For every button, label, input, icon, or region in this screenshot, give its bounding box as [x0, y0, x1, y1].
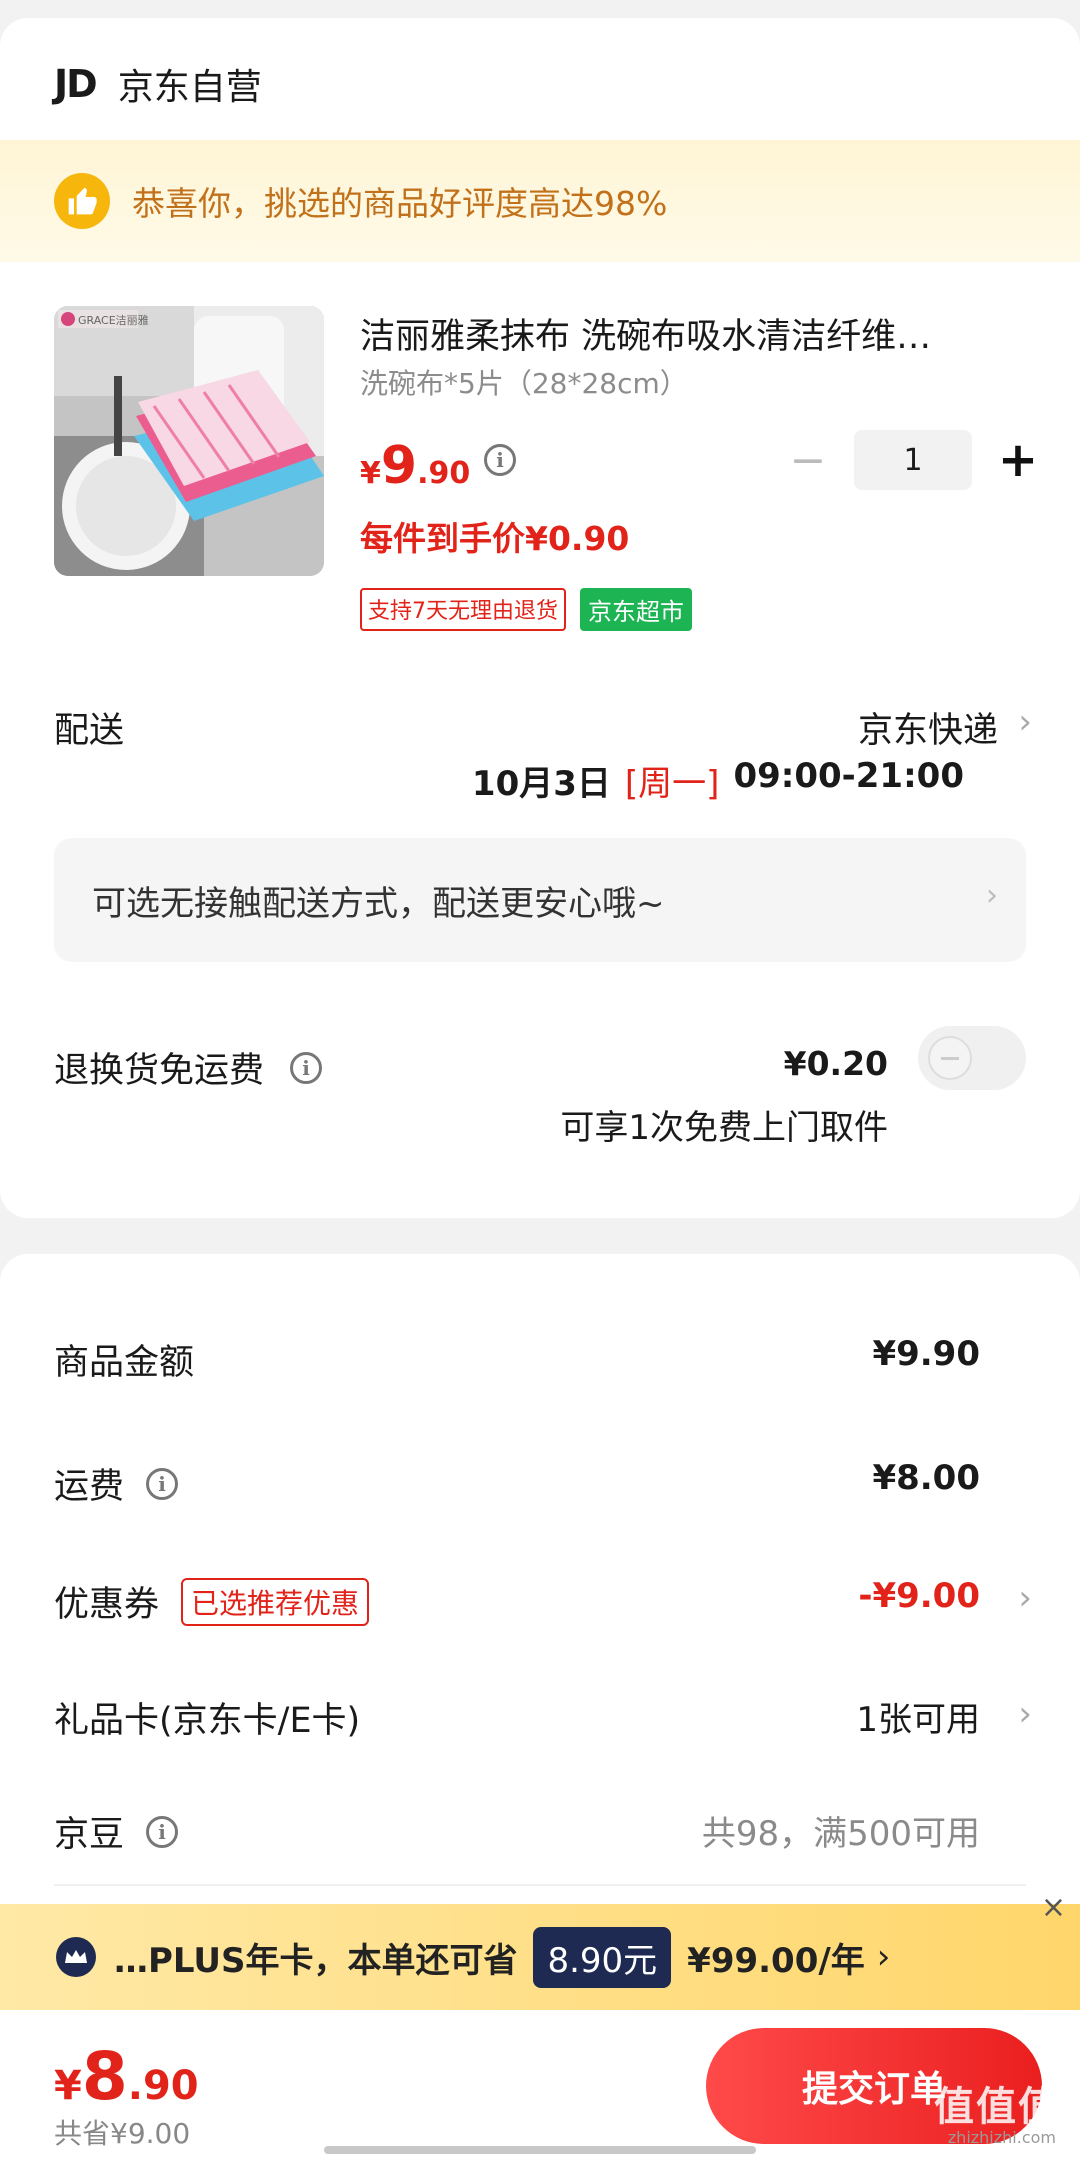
product-image-watermark: GRACE洁丽雅: [78, 313, 149, 327]
thumbs-up-icon: [54, 173, 110, 229]
delivery-weekday: [周一]: [624, 764, 720, 804]
site-watermark-url: zhizhizhi.com: [947, 2128, 1056, 2147]
freight-value: ¥8.00: [872, 1458, 980, 1498]
freight-row: 运费 i: [54, 1458, 179, 1509]
coupon-chevron-icon[interactable]: ›: [1018, 1578, 1032, 1618]
product-badges: 支持7天无理由退货 京东超市: [360, 588, 692, 631]
toggle-knob: [928, 1036, 972, 1080]
plus-chevron-icon: ›: [876, 1937, 891, 1977]
return-shipping-row: 退换货免运费 i: [54, 1042, 323, 1093]
coupon-row[interactable]: 优惠券 已选推荐优惠: [54, 1576, 370, 1627]
giftcard-chevron-icon[interactable]: ›: [1018, 1694, 1032, 1734]
product-image[interactable]: GRACE洁丽雅: [54, 306, 324, 576]
jd-logo: JD: [54, 62, 98, 106]
jingdou-value: 共98，满500可用: [701, 1814, 980, 1854]
price-integer: 9: [380, 436, 418, 496]
jingdou-info-icon[interactable]: i: [146, 1815, 179, 1848]
total-integer: 8: [81, 2038, 128, 2115]
total-decimal: .90: [127, 2063, 199, 2109]
return-shipping-label: 退换货免运费: [54, 1051, 265, 1091]
price-decimal: .90: [417, 456, 471, 491]
contactless-delivery-option[interactable]: 可选无接触配送方式，配送更安心哦~: [54, 838, 1026, 962]
giftcard-value[interactable]: 1张可用: [856, 1692, 980, 1741]
product-title[interactable]: 洁丽雅柔抹布 洗碗布吸水清洁纤维…: [360, 308, 1000, 359]
jingdou-label: 京豆: [54, 1815, 125, 1855]
jingdou-row: 京豆 i: [54, 1806, 179, 1857]
home-indicator[interactable]: [324, 2146, 756, 2154]
delivery-method[interactable]: 京东快递: [858, 702, 998, 753]
plus-price: ¥99.00/年: [687, 1940, 865, 1981]
delivery-label: 配送: [54, 711, 125, 751]
price-info-icon[interactable]: i: [484, 444, 516, 476]
return-shipping-info-icon[interactable]: i: [290, 1051, 323, 1084]
quantity-stepper: − 1 +: [784, 430, 1042, 490]
coupon-value[interactable]: -¥9.00: [858, 1576, 980, 1616]
decrease-quantity-button[interactable]: −: [784, 430, 832, 490]
delivery-date: 10月3日: [471, 764, 611, 804]
delivery-time-range: 09:00-21:00: [733, 756, 964, 796]
plus-close-icon[interactable]: ×: [1041, 1890, 1066, 1925]
plus-save-amount: 8.90元: [533, 1926, 672, 1988]
increase-quantity-button[interactable]: +: [994, 430, 1042, 490]
summary-divider: [54, 1884, 1026, 1886]
goods-amount-row: 商品金额: [54, 1334, 194, 1385]
praise-text: 恭喜你，挑选的商品好评度高达98%: [132, 184, 668, 223]
unit-price: 每件到手价¥0.90: [360, 519, 630, 558]
plus-crown-icon: [56, 1937, 96, 1977]
product-spec: 洗碗布*5片（28*28cm）: [360, 367, 688, 400]
coupon-tag: 已选推荐优惠: [181, 1577, 370, 1626]
total-currency: ¥: [54, 2063, 82, 2109]
return-shipping-price: ¥0.20: [783, 1044, 888, 1083]
plus-text: …PLUS年卡，本单还可省: [114, 1940, 518, 1981]
freight-info-icon[interactable]: i: [146, 1467, 179, 1500]
product-price: ¥ 9 .90: [360, 436, 470, 496]
shop-name: 京东自营: [117, 67, 262, 108]
giftcard-label: 礼品卡(京东卡/E卡): [54, 1701, 361, 1741]
giftcard-row[interactable]: 礼品卡(京东卡/E卡): [54, 1692, 360, 1743]
return-policy-badge: 支持7天无理由退货: [360, 588, 566, 631]
site-watermark: 值值值: [934, 2084, 1060, 2130]
shop-header[interactable]: JD 京东自营: [54, 54, 262, 114]
price-currency: ¥: [360, 456, 381, 491]
total-saved: 共省¥9.00: [54, 2117, 191, 2150]
total-price: ¥ 8 .90: [54, 2038, 199, 2115]
return-shipping-sub: 可享1次免费上门取件: [560, 1108, 888, 1148]
goods-amount-value: ¥9.90: [872, 1334, 980, 1374]
delivery-time[interactable]: 10月3日 [周一] 09:00-21:00: [472, 756, 964, 805]
goods-amount-label: 商品金额: [54, 1343, 195, 1383]
plus-membership-banner[interactable]: …PLUS年卡，本单还可省 8.90元 ¥99.00/年 ›: [0, 1904, 1080, 2010]
coupon-label: 优惠券: [54, 1585, 160, 1625]
delivery-chevron-icon[interactable]: ›: [1018, 702, 1032, 742]
contactless-text: 可选无接触配送方式，配送更安心哦~: [92, 883, 665, 924]
freight-label: 运费: [54, 1467, 125, 1507]
return-shipping-toggle[interactable]: [918, 1026, 1026, 1090]
quantity-value[interactable]: 1: [854, 430, 972, 490]
praise-banner: 恭喜你，挑选的商品好评度高达98%: [0, 140, 1080, 262]
contactless-chevron-icon: ›: [986, 878, 998, 913]
supermarket-badge: 京东超市: [580, 588, 692, 631]
